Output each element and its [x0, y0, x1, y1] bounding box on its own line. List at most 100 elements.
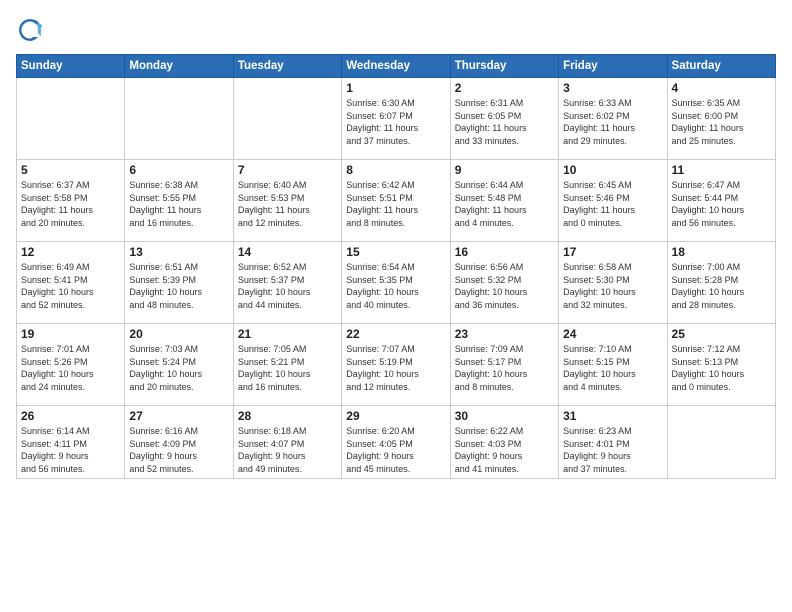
calendar-week-2: 12 Sunrise: 6:49 AM Sunset: 5:41 PM Dayli… — [17, 242, 776, 324]
day-number: 21 — [238, 327, 337, 341]
day-info: Sunrise: 6:22 AM Sunset: 4:03 PM Dayligh… — [455, 425, 554, 475]
day-info: Sunrise: 7:07 AM Sunset: 5:19 PM Dayligh… — [346, 343, 445, 393]
calendar-cell: 5 Sunrise: 6:37 AM Sunset: 5:58 PM Daylig… — [17, 160, 125, 242]
weekday-header-row: SundayMondayTuesdayWednesdayThursdayFrid… — [17, 55, 776, 78]
day-info: Sunrise: 7:03 AM Sunset: 5:24 PM Dayligh… — [129, 343, 228, 393]
calendar-cell: 26 Sunrise: 6:14 AM Sunset: 4:11 PM Dayli… — [17, 406, 125, 479]
day-info: Sunrise: 6:45 AM Sunset: 5:46 PM Dayligh… — [563, 179, 662, 229]
calendar-week-4: 26 Sunrise: 6:14 AM Sunset: 4:11 PM Dayli… — [17, 406, 776, 479]
calendar-cell: 31 Sunrise: 6:23 AM Sunset: 4:01 PM Dayli… — [559, 406, 667, 479]
calendar-week-0: 1Sunrise: 6:30 AM Sunset: 6:07 PM Daylig… — [17, 78, 776, 160]
day-number: 15 — [346, 245, 445, 259]
calendar-cell: 17 Sunrise: 6:58 AM Sunset: 5:30 PM Dayli… — [559, 242, 667, 324]
calendar-cell — [17, 78, 125, 160]
logo — [16, 16, 48, 44]
day-number: 5 — [21, 163, 120, 177]
day-info: Sunrise: 6:18 AM Sunset: 4:07 PM Dayligh… — [238, 425, 337, 475]
page-container: SundayMondayTuesdayWednesdayThursdayFrid… — [0, 0, 792, 612]
calendar-cell: 27 Sunrise: 6:16 AM Sunset: 4:09 PM Dayli… — [125, 406, 233, 479]
day-number: 8 — [346, 163, 445, 177]
calendar-cell: 6Sunrise: 6:38 AM Sunset: 5:55 PM Daylig… — [125, 160, 233, 242]
day-info: Sunrise: 6:35 AM Sunset: 6:00 PM Dayligh… — [672, 97, 771, 147]
calendar-cell: 22 Sunrise: 7:07 AM Sunset: 5:19 PM Dayli… — [342, 324, 450, 406]
day-number: 9 — [455, 163, 554, 177]
day-number: 19 — [21, 327, 120, 341]
calendar-cell: 13 Sunrise: 6:51 AM Sunset: 5:39 PM Dayli… — [125, 242, 233, 324]
calendar-cell: 10 Sunrise: 6:45 AM Sunset: 5:46 PM Dayli… — [559, 160, 667, 242]
day-number: 31 — [563, 409, 662, 423]
day-number: 25 — [672, 327, 771, 341]
day-info: Sunrise: 6:51 AM Sunset: 5:39 PM Dayligh… — [129, 261, 228, 311]
calendar-table: SundayMondayTuesdayWednesdayThursdayFrid… — [16, 54, 776, 479]
day-info: Sunrise: 6:16 AM Sunset: 4:09 PM Dayligh… — [129, 425, 228, 475]
calendar-cell: 7 Sunrise: 6:40 AM Sunset: 5:53 PM Daylig… — [233, 160, 341, 242]
day-number: 23 — [455, 327, 554, 341]
calendar-week-3: 19 Sunrise: 7:01 AM Sunset: 5:26 PM Dayli… — [17, 324, 776, 406]
calendar-cell: 16 Sunrise: 6:56 AM Sunset: 5:32 PM Dayli… — [450, 242, 558, 324]
day-info: Sunrise: 6:58 AM Sunset: 5:30 PM Dayligh… — [563, 261, 662, 311]
day-number: 30 — [455, 409, 554, 423]
calendar-cell: 12 Sunrise: 6:49 AM Sunset: 5:41 PM Dayli… — [17, 242, 125, 324]
day-info: Sunrise: 6:54 AM Sunset: 5:35 PM Dayligh… — [346, 261, 445, 311]
day-number: 18 — [672, 245, 771, 259]
calendar-cell: 29 Sunrise: 6:20 AM Sunset: 4:05 PM Dayli… — [342, 406, 450, 479]
weekday-header-wednesday: Wednesday — [342, 55, 450, 78]
day-info: Sunrise: 7:09 AM Sunset: 5:17 PM Dayligh… — [455, 343, 554, 393]
day-number: 20 — [129, 327, 228, 341]
day-info: Sunrise: 6:14 AM Sunset: 4:11 PM Dayligh… — [21, 425, 120, 475]
day-info: Sunrise: 6:23 AM Sunset: 4:01 PM Dayligh… — [563, 425, 662, 475]
calendar-cell: 28Sunrise: 6:18 AM Sunset: 4:07 PM Dayli… — [233, 406, 341, 479]
day-info: Sunrise: 6:47 AM Sunset: 5:44 PM Dayligh… — [672, 179, 771, 229]
day-number: 27 — [129, 409, 228, 423]
day-number: 29 — [346, 409, 445, 423]
day-info: Sunrise: 6:49 AM Sunset: 5:41 PM Dayligh… — [21, 261, 120, 311]
calendar-cell: 9 Sunrise: 6:44 AM Sunset: 5:48 PM Daylig… — [450, 160, 558, 242]
day-info: Sunrise: 6:20 AM Sunset: 4:05 PM Dayligh… — [346, 425, 445, 475]
calendar-cell: 2 Sunrise: 6:31 AM Sunset: 6:05 PM Daylig… — [450, 78, 558, 160]
calendar-cell: 30 Sunrise: 6:22 AM Sunset: 4:03 PM Dayli… — [450, 406, 558, 479]
day-info: Sunrise: 6:56 AM Sunset: 5:32 PM Dayligh… — [455, 261, 554, 311]
calendar-cell: 19 Sunrise: 7:01 AM Sunset: 5:26 PM Dayli… — [17, 324, 125, 406]
calendar-cell — [233, 78, 341, 160]
day-number: 16 — [455, 245, 554, 259]
day-info: Sunrise: 7:00 AM Sunset: 5:28 PM Dayligh… — [672, 261, 771, 311]
day-info: Sunrise: 6:31 AM Sunset: 6:05 PM Dayligh… — [455, 97, 554, 147]
day-info: Sunrise: 6:52 AM Sunset: 5:37 PM Dayligh… — [238, 261, 337, 311]
day-number: 12 — [21, 245, 120, 259]
calendar-cell — [125, 78, 233, 160]
weekday-header-friday: Friday — [559, 55, 667, 78]
calendar-cell — [667, 406, 775, 479]
calendar-cell: 4 Sunrise: 6:35 AM Sunset: 6:00 PM Daylig… — [667, 78, 775, 160]
calendar-week-1: 5 Sunrise: 6:37 AM Sunset: 5:58 PM Daylig… — [17, 160, 776, 242]
weekday-header-monday: Monday — [125, 55, 233, 78]
calendar-cell: 21Sunrise: 7:05 AM Sunset: 5:21 PM Dayli… — [233, 324, 341, 406]
calendar-cell: 8Sunrise: 6:42 AM Sunset: 5:51 PM Daylig… — [342, 160, 450, 242]
day-number: 24 — [563, 327, 662, 341]
day-number: 10 — [563, 163, 662, 177]
day-number: 14 — [238, 245, 337, 259]
weekday-header-saturday: Saturday — [667, 55, 775, 78]
day-info: Sunrise: 6:40 AM Sunset: 5:53 PM Dayligh… — [238, 179, 337, 229]
day-info: Sunrise: 6:33 AM Sunset: 6:02 PM Dayligh… — [563, 97, 662, 147]
day-number: 26 — [21, 409, 120, 423]
day-number: 1 — [346, 81, 445, 95]
day-info: Sunrise: 7:01 AM Sunset: 5:26 PM Dayligh… — [21, 343, 120, 393]
day-number: 7 — [238, 163, 337, 177]
calendar-cell: 25Sunrise: 7:12 AM Sunset: 5:13 PM Dayli… — [667, 324, 775, 406]
calendar-cell: 11 Sunrise: 6:47 AM Sunset: 5:44 PM Dayli… — [667, 160, 775, 242]
day-number: 2 — [455, 81, 554, 95]
day-number: 4 — [672, 81, 771, 95]
calendar-cell: 1Sunrise: 6:30 AM Sunset: 6:07 PM Daylig… — [342, 78, 450, 160]
day-number: 22 — [346, 327, 445, 341]
day-info: Sunrise: 6:44 AM Sunset: 5:48 PM Dayligh… — [455, 179, 554, 229]
day-number: 13 — [129, 245, 228, 259]
calendar-cell: 14 Sunrise: 6:52 AM Sunset: 5:37 PM Dayli… — [233, 242, 341, 324]
day-number: 11 — [672, 163, 771, 177]
weekday-header-sunday: Sunday — [17, 55, 125, 78]
day-info: Sunrise: 6:37 AM Sunset: 5:58 PM Dayligh… — [21, 179, 120, 229]
day-number: 6 — [129, 163, 228, 177]
day-number: 17 — [563, 245, 662, 259]
calendar-cell: 3Sunrise: 6:33 AM Sunset: 6:02 PM Daylig… — [559, 78, 667, 160]
weekday-header-tuesday: Tuesday — [233, 55, 341, 78]
calendar-cell: 15 Sunrise: 6:54 AM Sunset: 5:35 PM Dayli… — [342, 242, 450, 324]
